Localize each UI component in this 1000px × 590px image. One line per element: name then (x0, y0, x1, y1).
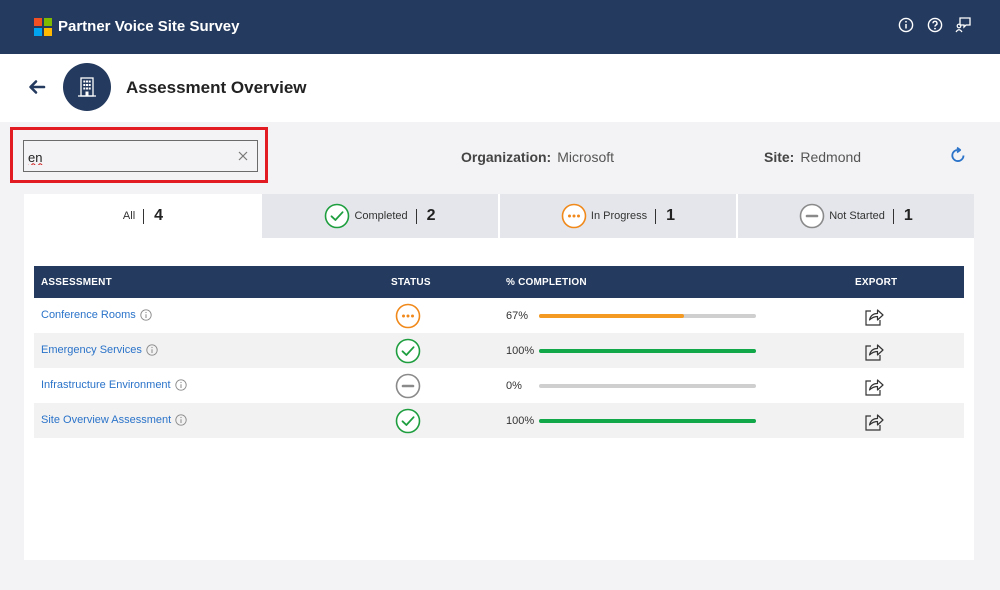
column-header-completion: % COMPLETION (506, 277, 587, 288)
status-tabs: All 4 Completed 2 In Progress 1 Not Star… (24, 194, 974, 238)
site-info: Site: Redmond (764, 149, 861, 165)
site-label: Site: (764, 149, 795, 165)
organization-label: Organization: (461, 149, 552, 165)
assessment-link[interactable]: Conference Rooms (41, 309, 152, 321)
info-icon[interactable] (174, 379, 187, 391)
organization-info: Organization: Microsoft (461, 149, 614, 165)
logo-square-blue (34, 28, 42, 36)
completion-percent: 0% (506, 380, 522, 392)
site-value: Redmond (800, 149, 862, 165)
table-header: ASSESSMENT STATUS % COMPLETION EXPORT (34, 266, 964, 298)
table-row: Infrastructure Environment 0% (34, 368, 964, 403)
assessment-name: Conference Rooms (41, 309, 136, 321)
help-icon[interactable] (926, 16, 943, 33)
tab-divider (143, 208, 145, 224)
progress-bar (539, 314, 756, 318)
progress-bar (539, 384, 756, 388)
microsoft-logo-icon (34, 18, 52, 36)
back-arrow-icon[interactable] (26, 76, 48, 98)
assessment-link[interactable]: Emergency Services (41, 344, 158, 356)
export-icon[interactable] (863, 375, 885, 397)
logo-square-red (34, 18, 42, 26)
info-icon[interactable] (175, 414, 187, 426)
progress-bar-fill (539, 349, 756, 353)
export-icon[interactable] (863, 305, 885, 327)
info-icon[interactable] (146, 344, 158, 356)
tab-count: 4 (154, 207, 164, 224)
assessment-card: All 4 Completed 2 In Progress 1 Not Star… (24, 194, 974, 560)
tab-divider (655, 208, 657, 224)
info-icon[interactable] (140, 309, 152, 321)
tab-divider (892, 208, 894, 224)
logo-square-green (44, 18, 52, 26)
tab-not-started[interactable]: Not Started 1 (738, 194, 974, 238)
assessment-name: Site Overview Assessment (41, 414, 172, 426)
ellipsis-circle-icon (561, 203, 587, 229)
export-icon[interactable] (863, 340, 885, 362)
tab-label: All (122, 210, 136, 222)
tab-label: Completed (354, 210, 408, 222)
tab-label: Not Started (829, 210, 885, 222)
completion-percent: 100% (506, 415, 535, 427)
in-progress-status-icon (395, 303, 421, 329)
minus-circle-icon (799, 203, 825, 229)
organization-value: Microsoft (557, 149, 615, 165)
assessment-name: Infrastructure Environment (41, 379, 171, 391)
search-field[interactable] (23, 140, 258, 172)
check-circle-icon (325, 203, 350, 229)
page-header: Assessment Overview (0, 54, 1000, 122)
tab-divider (415, 208, 417, 224)
export-icon[interactable] (863, 410, 885, 432)
completed-status-icon (395, 338, 421, 364)
building-icon (63, 63, 111, 111)
tab-in-progress[interactable]: In Progress 1 (500, 194, 736, 238)
completion-percent: 67% (506, 310, 529, 322)
top-bar: Partner Voice Site Survey (0, 0, 1000, 54)
tab-completed[interactable]: Completed 2 (262, 194, 498, 238)
tab-label: In Progress (590, 210, 648, 222)
completed-status-icon (395, 408, 421, 434)
completion-percent: 100% (506, 345, 535, 357)
progress-bar (539, 419, 756, 423)
search-input[interactable] (28, 147, 233, 167)
assessment-table: ASSESSMENT STATUS % COMPLETION EXPORT Co… (34, 266, 964, 438)
tab-count: 1 (666, 207, 676, 224)
progress-bar (539, 349, 756, 353)
page-title: Assessment Overview (126, 78, 307, 97)
assessment-link[interactable]: Site Overview Assessment (41, 414, 187, 426)
table-row: Site Overview Assessment 100% (34, 403, 964, 438)
column-header-status: STATUS (391, 277, 431, 288)
not-started-status-icon (395, 373, 421, 399)
clear-search-icon[interactable] (235, 148, 251, 164)
table-row: Conference Rooms 67% (34, 298, 964, 333)
logo-square-yellow (44, 28, 52, 36)
tab-count: 2 (426, 207, 436, 224)
assessment-link[interactable]: Infrastructure Environment (41, 379, 187, 391)
feedback-icon[interactable] (955, 16, 972, 33)
assessment-name: Emergency Services (41, 344, 142, 356)
table-row: Emergency Services 100% (34, 333, 964, 368)
tab-count: 1 (903, 207, 913, 224)
info-icon[interactable] (897, 16, 914, 33)
column-header-assessment: ASSESSMENT (41, 277, 112, 288)
progress-bar-fill (539, 314, 685, 318)
top-icons (897, 16, 972, 33)
column-header-export: EXPORT (855, 277, 898, 288)
progress-bar-fill (539, 419, 756, 423)
refresh-icon[interactable] (949, 146, 967, 164)
app-title: Partner Voice Site Survey (58, 18, 240, 35)
tab-all[interactable]: All 4 (24, 194, 262, 238)
